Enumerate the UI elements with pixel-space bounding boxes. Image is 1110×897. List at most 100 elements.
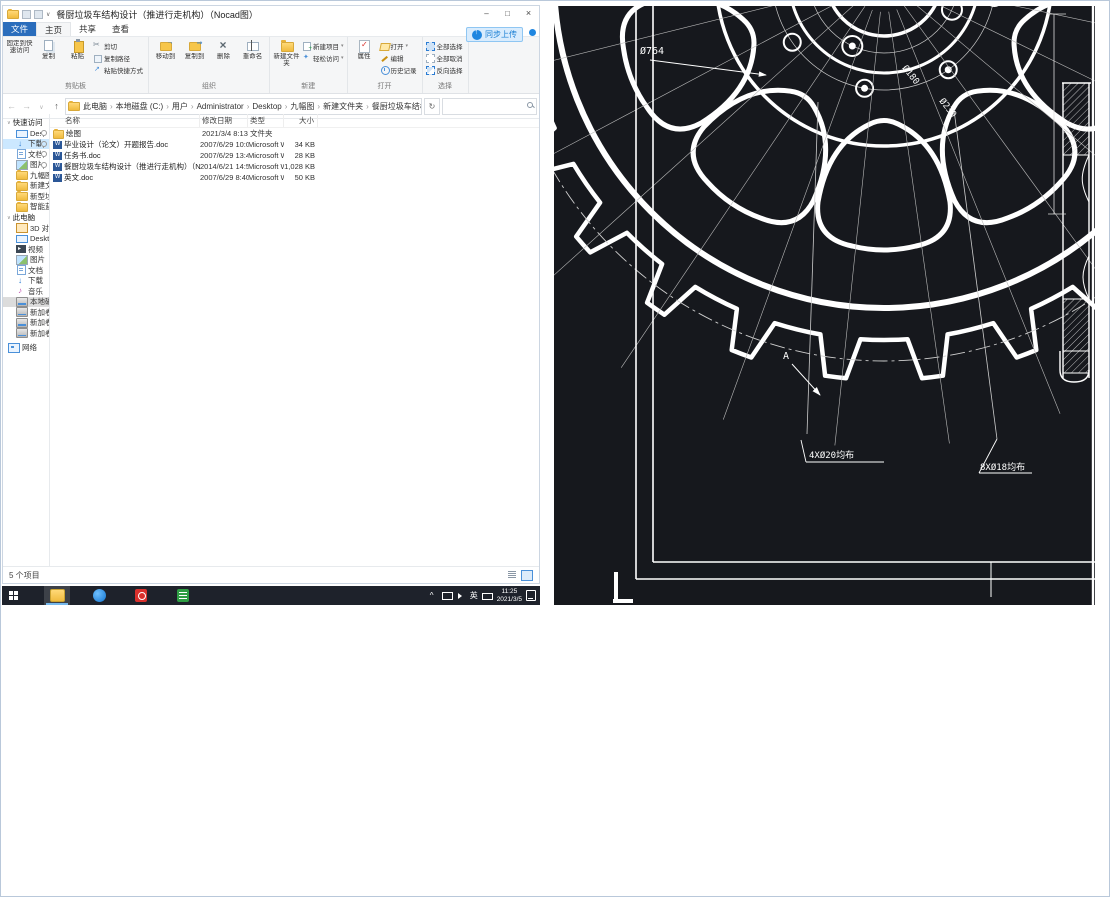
move-to-button[interactable]: 移动到 xyxy=(152,39,179,60)
keyboard-tray-icon[interactable] xyxy=(481,593,493,600)
delete-button[interactable]: 删除 xyxy=(210,38,237,60)
file-row[interactable]: 餐厨垃圾车结构设计（推进行走机构）（Nocad图）.doc 2014/6/21 … xyxy=(50,161,539,172)
breadcrumb-segment[interactable]: 新建文件夹 xyxy=(323,101,372,112)
taskbar-app-red[interactable] xyxy=(128,586,154,605)
open-button[interactable]: 打开 xyxy=(380,41,419,51)
sidebar-item[interactable]: 新型垃圾分类采集装置 xyxy=(3,191,49,202)
title-bar[interactable]: ∨ 餐厨垃圾车结构设计（推进行走机构）（Nocad图） xyxy=(3,6,539,22)
taskbar-app-blue[interactable] xyxy=(86,586,112,605)
start-button[interactable] xyxy=(2,586,26,605)
sidebar-item[interactable]: Desktop xyxy=(3,234,49,245)
forward-button[interactable] xyxy=(20,99,33,113)
search-input[interactable] xyxy=(443,100,525,112)
sidebar-item[interactable]: 本地磁盘 (C:) xyxy=(3,296,49,307)
copy-button[interactable]: 复制 xyxy=(35,39,62,60)
sidebar-item[interactable]: 新加卷 (D:) xyxy=(3,307,49,318)
sidebar-item[interactable]: 新加卷 (E:) xyxy=(3,317,49,329)
sidebar-item[interactable]: 文档 xyxy=(3,149,49,160)
cloud-upload-badge[interactable]: 同步上传 xyxy=(466,27,523,42)
clock-date: 2021/3/5 xyxy=(496,595,522,603)
pin-to-quick-access-button[interactable]: 固定到快速访问 xyxy=(6,39,33,54)
search-icon[interactable] xyxy=(527,101,533,108)
sidebar-item[interactable]: 图片 xyxy=(3,159,49,171)
new-folder-button[interactable]: 新建文件夹 xyxy=(273,39,300,67)
breadcrumb[interactable]: 此电脑本地磁盘 (C:)用户AdministratorDesktop九幅图新建文… xyxy=(65,97,422,115)
display-tray-icon[interactable] xyxy=(441,592,453,600)
easy-access-button[interactable]: 轻松访问 xyxy=(302,53,344,63)
file-type: Microsoft Word .. xyxy=(248,151,284,160)
qat-newfolder-icon[interactable] xyxy=(34,9,43,19)
edit-button[interactable]: 编辑 xyxy=(380,53,419,63)
select-all-button[interactable]: 全部选择 xyxy=(425,41,465,51)
volume-icon[interactable] xyxy=(457,591,466,600)
sidebar-item[interactable]: Desktop xyxy=(3,128,49,139)
column-header-type[interactable]: 类型 xyxy=(248,114,284,127)
sidebar-group-quick-access[interactable]: 快速访问 xyxy=(3,117,49,128)
sidebar-item[interactable]: 新加卷 (F:) xyxy=(3,328,49,339)
sidebar-item[interactable]: 下载 xyxy=(3,138,49,149)
sidebar-item[interactable]: 九幅图 xyxy=(3,170,49,181)
copy-to-button[interactable]: 复制到 xyxy=(181,39,208,60)
thumbnail-view-button[interactable] xyxy=(521,569,533,581)
qat-customize-chevron-icon[interactable]: ∨ xyxy=(46,11,50,18)
select-none-button[interactable]: 全部取消 xyxy=(425,53,465,63)
taskbar-app-file-explorer[interactable] xyxy=(44,586,70,605)
maximize-button[interactable] xyxy=(497,6,518,21)
breadcrumb-segment[interactable]: Desktop xyxy=(252,102,290,111)
history-button[interactable]: 历史记录 xyxy=(380,65,419,75)
paste-button[interactable]: 粘贴 xyxy=(64,39,91,60)
recent-locations-chevron-icon[interactable] xyxy=(35,99,48,113)
close-button[interactable] xyxy=(518,6,539,21)
sidebar-item[interactable]: 智能蓝牙门禁设计 xyxy=(3,201,49,213)
properties-button[interactable]: 属性 xyxy=(351,39,378,60)
sidebar-item-icon xyxy=(16,129,28,138)
cut-button[interactable]: 剪切 xyxy=(93,40,145,51)
tab-view[interactable]: 查看 xyxy=(104,22,137,36)
sidebar-item[interactable]: 图片 xyxy=(3,254,49,266)
sidebar-item[interactable]: 视频 xyxy=(3,244,49,255)
taskbar-app-green[interactable] xyxy=(170,586,196,605)
new-item-button[interactable]: 新建项目 xyxy=(302,41,344,52)
pencil-icon xyxy=(380,54,389,62)
minimize-button[interactable] xyxy=(476,6,497,21)
overlay-dot-icon[interactable] xyxy=(529,29,536,36)
column-header-name[interactable]: 名称 xyxy=(50,114,200,127)
file-row[interactable]: 绘图 2021/3/4 8:13 文件夹 xyxy=(50,128,539,139)
invert-selection-button[interactable]: 反向选择 xyxy=(425,65,465,75)
column-header-date[interactable]: 修改日期 xyxy=(200,114,248,127)
tab-share[interactable]: 共享 xyxy=(71,22,104,36)
rename-button[interactable]: 重命名 xyxy=(239,39,266,60)
paste-shortcut-button[interactable]: 粘贴快捷方式 xyxy=(93,65,145,75)
breadcrumb-segment[interactable]: 本地磁盘 (C:) xyxy=(116,101,172,112)
breadcrumb-segment[interactable]: 餐厨垃圾车结构设计（推进行走机构）（Nocad图） xyxy=(372,101,421,112)
notification-center-icon[interactable] xyxy=(526,590,536,601)
taskbar-clock[interactable]: 11:25 2021/3/5 xyxy=(497,588,522,603)
column-header-size[interactable]: 大小 xyxy=(284,114,318,127)
qat-properties-icon[interactable] xyxy=(22,9,31,19)
sidebar-item[interactable]: 音乐 xyxy=(3,286,49,297)
tab-home[interactable]: 主页 xyxy=(36,22,72,36)
sidebar-item[interactable]: 下载 xyxy=(3,276,49,287)
sidebar-group-this-pc[interactable]: 此电脑 xyxy=(3,212,49,223)
sidebar-item[interactable]: 文档 xyxy=(3,265,49,276)
file-row[interactable]: 任务书.doc 2007/6/29 13:42 Microsoft Word .… xyxy=(50,150,539,161)
details-view-button[interactable] xyxy=(507,570,517,579)
hidden-icons-chevron-icon[interactable] xyxy=(429,591,438,600)
back-button[interactable] xyxy=(5,99,18,113)
sidebar-item[interactable]: 3D 对象 xyxy=(3,223,49,234)
file-row[interactable]: 英文.doc 2007/6/29 8:40 Microsoft Word .. … xyxy=(50,172,539,183)
refresh-button[interactable] xyxy=(424,97,440,115)
file-row[interactable]: 毕业设计（论文）开题报告.doc 2007/6/29 10:06 Microso… xyxy=(50,139,539,150)
item-count: 5 个项目 xyxy=(9,570,40,580)
sidebar-item[interactable]: 新建文件夹 xyxy=(3,180,49,192)
sidebar-item-network[interactable]: 网络 xyxy=(3,342,49,354)
breadcrumb-segment[interactable]: 用户 xyxy=(172,101,197,112)
cad-viewport[interactable]: Ø764 Ø180 Ø230 4XØ20均布 8XØ18均布 A xyxy=(554,6,1095,605)
ime-indicator[interactable]: 英 xyxy=(470,590,478,601)
tab-file[interactable]: 文件 xyxy=(3,22,37,36)
breadcrumb-segment[interactable]: Administrator xyxy=(197,102,253,111)
breadcrumb-segment[interactable]: 九幅图 xyxy=(290,101,323,112)
copy-path-button[interactable]: 复制路径 xyxy=(93,53,145,63)
up-button[interactable] xyxy=(50,99,63,113)
breadcrumb-segment[interactable]: 此电脑 xyxy=(83,101,116,112)
